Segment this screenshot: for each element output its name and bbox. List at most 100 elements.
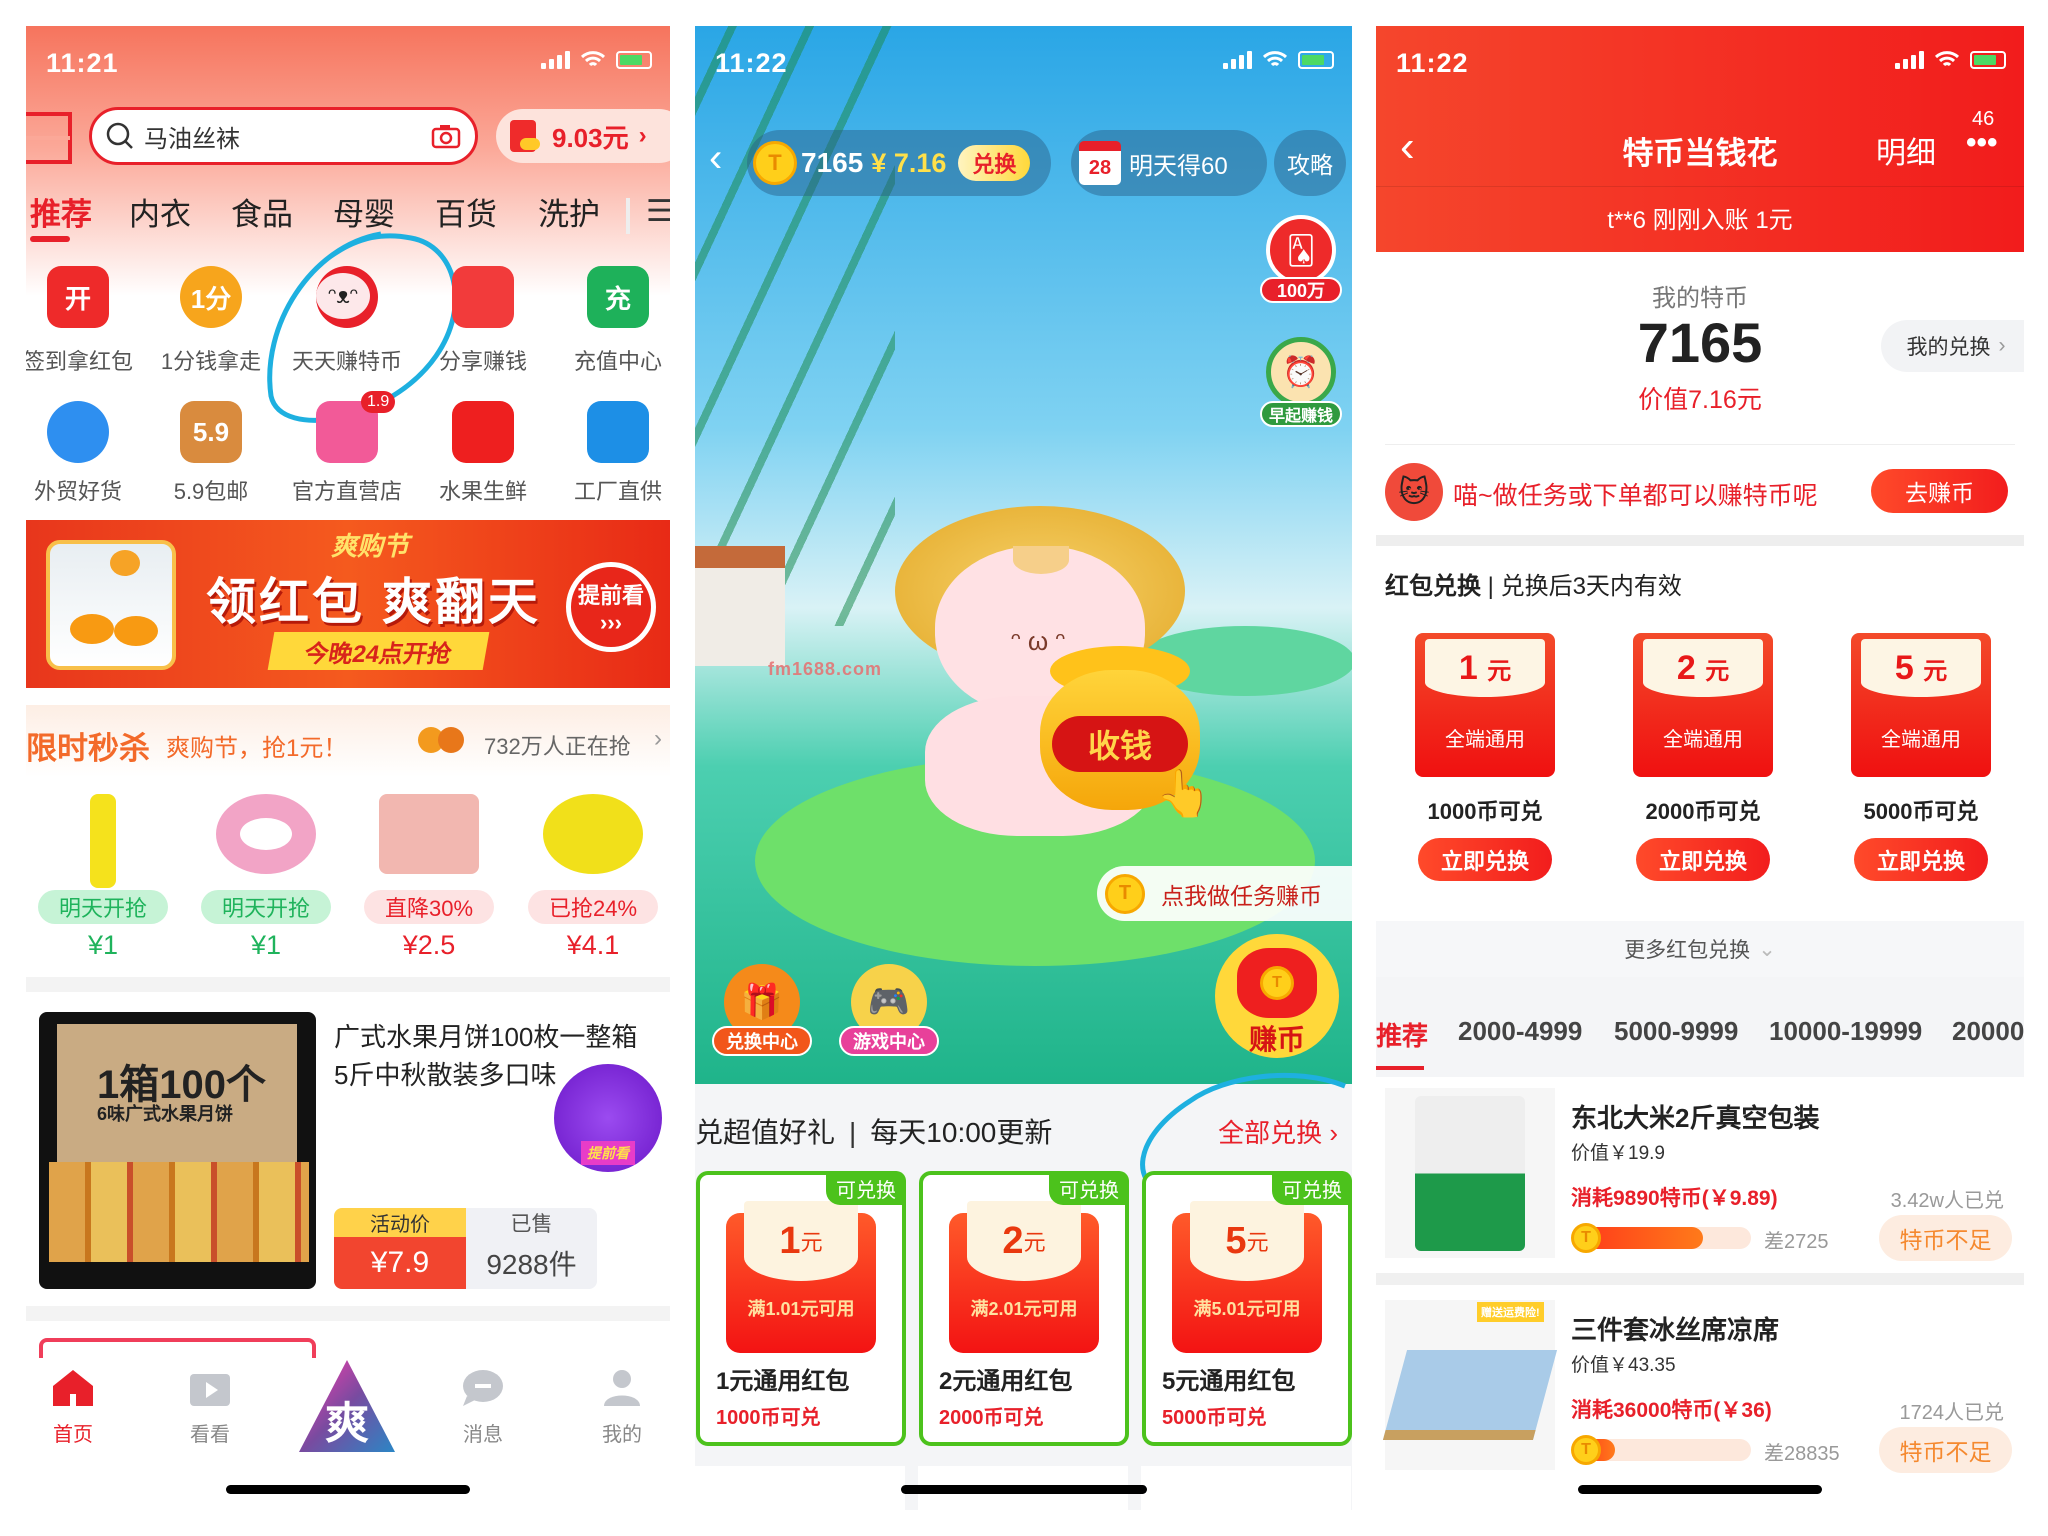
range-tab-2[interactable]: 5000-9999 [1614,1016,1738,1047]
tabbar-item-message[interactable]: 消息 [443,1368,523,1458]
tab-0[interactable]: 推荐 [30,189,92,234]
range-tab-3[interactable]: 10000-19999 [1769,1016,1922,1047]
task-bubble[interactable]: T 点我做任务赚币 [1097,866,1352,921]
shortcut-item[interactable]: 充充值中心 [548,266,670,376]
checkin-pill[interactable]: 28 明天得60 [1071,130,1267,196]
alarm-clock-icon: ⏰ [1266,337,1336,407]
amount-value: 1 [779,1219,801,1262]
chevron-right-icon: › [638,122,647,149]
amount-unit: 元 [800,1230,823,1255]
exchange-button[interactable]: 兑换 [958,145,1031,181]
shortcut-icon: 充 [587,266,649,328]
tab-5[interactable]: 洗护 [538,189,600,234]
banner-festival: 爽购节 [331,531,410,561]
flash-sale-header[interactable]: 限时秒杀 爽购节，抢1元！ 732万人正在抢 › [26,705,670,777]
camera-icon[interactable] [431,123,461,149]
tab-4[interactable]: 百货 [435,189,497,234]
amount-unit: 元 [1246,1230,1269,1255]
voucher-cost: 2000币可兑 [1645,799,1761,824]
coin-count: 7165 [801,147,864,178]
signal-icon [1223,51,1252,69]
voucher-card[interactable]: 5 元全端通用 [1851,633,1991,777]
coin-balance-pill[interactable]: T 7165 ¥ 7.16 兑换 [747,130,1051,196]
shortcut-label: 外贸好货 [33,479,122,504]
flash-tag: 直降30% [364,890,494,924]
tab-2[interactable]: 食品 [231,189,293,234]
early-rise-button[interactable]: ⏰ 早起赚钱 [1260,337,1342,431]
red-packet-card[interactable]: 5 元满5.01元可用 可兑换 5元通用红包 5000币可兑 [1142,1171,1352,1446]
my-exchange-button[interactable]: 我的兑换 › [1881,320,2024,372]
item-image: 赠送运费险! [1382,1300,1558,1470]
shortcut-item[interactable]: 分享赚钱 [413,266,553,376]
exchange-center-button[interactable]: 🎁 兑换中心 [712,964,812,1058]
collect-button[interactable]: 收钱 [1052,716,1188,772]
item-title: 东北大米2斤真空包装 [1571,1103,1820,1133]
tab-3[interactable]: 母婴 [333,189,395,234]
item-image [1385,1088,1555,1258]
home-screen: 11:21 马油丝袜 9.03元 › ☰ 爽购节 领红包 爽翻天 今晚24点开抢… [26,26,670,1510]
exchange-item[interactable]: 赠送运费险! 三件套冰丝席凉席 价值￥43.35 消耗36000特币(￥36) 1724… [1376,1296,2024,1476]
scan-icon[interactable] [26,112,72,164]
tabbar-item-home[interactable]: 首页 [33,1368,113,1458]
divider [1376,1273,2024,1285]
promo-banner[interactable]: 爽购节 领红包 爽翻天 今晚24点开抢 提前看 ››› [26,520,670,688]
tabbar-item-user[interactable]: 我的 [582,1368,662,1458]
shortcut-item[interactable]: 1分 1分钱拿走 [141,266,281,376]
tabbar-item-shuang-logo[interactable]: 爽 [299,1360,395,1458]
shortcut-item[interactable]: 1.9 官方直营店 [277,391,417,506]
item-value: 价值￥19.9 [1571,1143,1665,1164]
range-tab-0[interactable]: 推荐 [1376,1016,1428,1053]
activity-price: 活动价 ¥7.9 [334,1208,466,1289]
voucher-card[interactable]: 1 元全端通用 [1415,633,1555,777]
shortcut-label: 签到拿红包 [26,349,133,374]
banner-preview-button[interactable]: 提前看 ››› [566,562,656,652]
packet-name: 1元通用红包 [716,1368,850,1395]
shortcut-label: 工厂直供 [573,479,662,504]
balance-pill[interactable]: 9.03元 › [496,109,670,163]
flash-item[interactable]: 直降30% ¥2.5 [354,790,504,970]
search-input[interactable]: 马油丝袜 [89,107,478,165]
earn-coins-button[interactable]: T 赚币 [1215,934,1339,1058]
flash-item[interactable]: 已抢24% ¥4.1 [518,790,668,970]
more-icon[interactable]: ••• [1966,126,1998,160]
red-packet-card[interactable]: 1 元满1.01元可用 可兑换 1元通用红包 1000币可兑 [696,1171,906,1446]
guide-button[interactable]: 攻略 [1274,130,1346,196]
tab-1[interactable]: 内衣 [129,189,191,234]
range-tab-4[interactable]: 20000 [1952,1016,2024,1047]
flash-item[interactable]: 明天开抢 ¥1 [28,790,178,970]
voucher-amount: 1 元 [1425,639,1545,697]
product-thumbnail [543,794,643,874]
shortcut-item[interactable]: 开签到拿红包 [26,266,148,376]
menu-icon[interactable]: ☰ [646,194,670,229]
detail-link[interactable]: 明细 [1876,128,1936,172]
product-image[interactable]: 1箱100个 6味广式水果月饼 [39,1012,316,1289]
home-indicator [901,1485,1147,1494]
back-icon[interactable]: ‹ [709,136,722,181]
insufficient-coins-button[interactable]: 特币不足 [1879,1215,2012,1261]
packet-condition: 满5.01元可用 [1193,1299,1301,1319]
go-earn-button[interactable]: 去赚币 [1871,469,2008,513]
flash-item[interactable]: 明天开抢 ¥1 [191,790,341,970]
home-indicator [226,1485,470,1494]
shortcut-item[interactable]: 5.9 5.9包邮 [141,401,281,506]
tomorrow-reward: 明天得60 [1129,152,1228,180]
preview-badge[interactable]: 提前看 [554,1064,662,1172]
red-packet-card[interactable]: 2 元满2.01元可用 可兑换 2元通用红包 2000币可兑 [919,1171,1129,1446]
tabbar-item-video[interactable]: 看看 [170,1368,250,1458]
more-red-packets[interactable]: 更多红包兑换 ⌄ [1376,921,2024,977]
redeem-now-button[interactable]: 立即兑换 [1418,838,1552,881]
redeem-now-button[interactable]: 立即兑换 [1854,838,1988,881]
redeem-now-button[interactable]: 立即兑换 [1636,838,1770,881]
game-center-button[interactable]: 🎮 游戏中心 [839,964,939,1058]
exchange-item[interactable]: 东北大米2斤真空包装 价值￥19.9 消耗9890特币(￥9.89) 3.42w人已兑… [1376,1084,2024,1264]
voucher-card[interactable]: 2 元全端通用 [1633,633,1773,777]
range-tab-1[interactable]: 2000-4999 [1458,1016,1582,1047]
insufficient-coins-button[interactable]: 特币不足 [1879,1427,2012,1473]
cards-game-button[interactable]: 🂡 100万 [1260,215,1342,307]
redeemable-badge: 可兑换 [1272,1171,1352,1205]
shortcut-item[interactable]: 工厂直供 [548,401,670,506]
shortcut-item[interactable]: 外贸好货 [26,401,148,506]
flash-price: ¥1 [250,930,282,960]
amount-unit: 元 [1923,657,1948,685]
shortcut-item[interactable]: 水果生鲜 [413,401,553,506]
